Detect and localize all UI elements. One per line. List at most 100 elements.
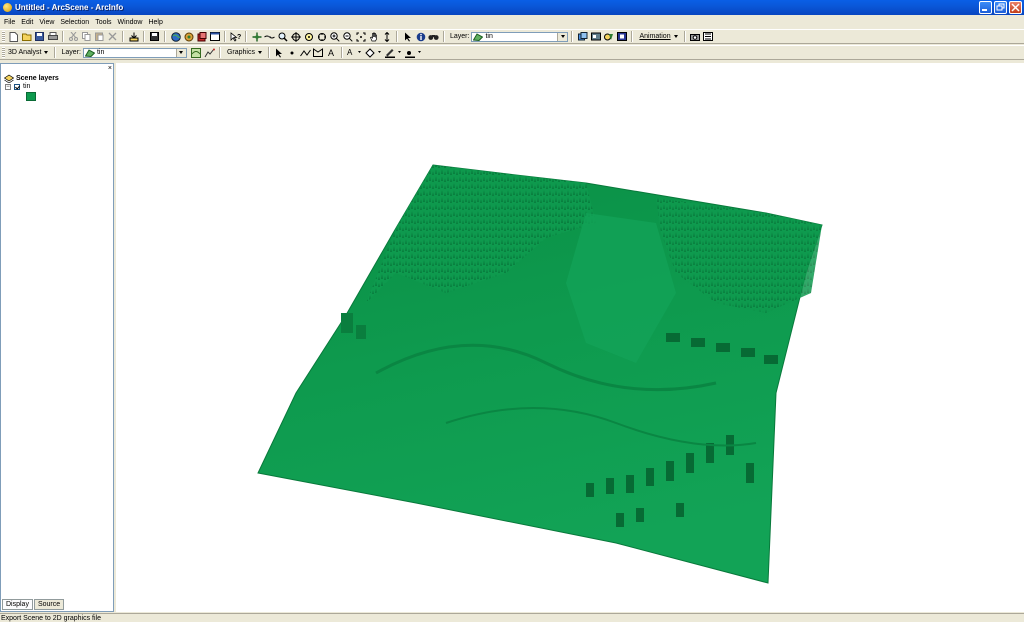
scene-layers-node[interactable]: Scene layers bbox=[4, 74, 59, 83]
toolbar-separator bbox=[54, 47, 57, 58]
standard-toolbar: ? Layer: tin Animation bbox=[0, 29, 1024, 44]
set-observer-button[interactable] bbox=[316, 31, 327, 42]
globe-button[interactable] bbox=[170, 31, 181, 42]
full-extent-button[interactable] bbox=[355, 31, 366, 42]
fly-button[interactable] bbox=[264, 31, 275, 42]
zoom-in-icon bbox=[329, 31, 340, 42]
menu-view[interactable]: View bbox=[36, 19, 57, 26]
save-scene-button[interactable] bbox=[149, 31, 160, 42]
layer-transparency-button[interactable] bbox=[616, 31, 627, 42]
menu-help[interactable]: Help bbox=[145, 19, 165, 26]
animation-controls-button[interactable] bbox=[703, 31, 714, 42]
print-button[interactable] bbox=[47, 31, 58, 42]
zoom-in-out-button[interactable] bbox=[381, 31, 392, 42]
minimize-button[interactable] bbox=[979, 1, 992, 14]
new-button[interactable] bbox=[8, 31, 19, 42]
whats-this-button[interactable]: ? bbox=[230, 31, 241, 42]
analyst-toolbar: 3D Analyst Layer: tin Graphics A A bbox=[0, 45, 1024, 60]
copy-button[interactable] bbox=[81, 31, 92, 42]
add-feature-layer-button[interactable] bbox=[577, 31, 588, 42]
layer-properties-button[interactable] bbox=[183, 31, 194, 42]
new-line-button[interactable] bbox=[300, 47, 311, 58]
zoom-out-button[interactable] bbox=[342, 31, 353, 42]
save-button[interactable] bbox=[34, 31, 45, 42]
fly-icon bbox=[264, 35, 275, 38]
contour-icon bbox=[191, 47, 202, 58]
close-button[interactable] bbox=[1009, 1, 1022, 14]
delete-button[interactable] bbox=[107, 31, 118, 42]
layer-options-button[interactable] bbox=[590, 31, 601, 42]
identify-button[interactable] bbox=[415, 31, 426, 42]
line-color-button[interactable] bbox=[385, 47, 403, 58]
toolbar-separator bbox=[245, 31, 247, 42]
arcscene-app-icon[interactable] bbox=[3, 3, 12, 12]
menu-file[interactable]: File bbox=[0, 19, 18, 26]
toolbar-grip[interactable] bbox=[2, 47, 5, 58]
toolbar-separator bbox=[683, 31, 686, 42]
scene-cube-icon bbox=[197, 31, 206, 41]
toolbar-grip[interactable] bbox=[2, 31, 5, 42]
contour-button[interactable] bbox=[191, 47, 202, 58]
animation-menu-button[interactable]: Animation bbox=[636, 33, 680, 40]
navigate-button[interactable] bbox=[251, 31, 262, 42]
full-screen-button[interactable] bbox=[209, 31, 220, 42]
center-target-button[interactable] bbox=[290, 31, 301, 42]
chevron-down-icon bbox=[44, 51, 49, 54]
text-a-icon: A bbox=[328, 48, 334, 57]
graphics-menu-button[interactable]: Graphics bbox=[224, 49, 265, 56]
help-pointer-icon: ? bbox=[230, 31, 241, 42]
menu-selection[interactable]: Selection bbox=[57, 19, 92, 26]
fill-color-button[interactable] bbox=[365, 47, 383, 58]
tab-display[interactable]: Display bbox=[2, 599, 33, 610]
find-button[interactable] bbox=[428, 31, 439, 42]
analyst-layer-dropdown[interactable]: tin bbox=[82, 47, 187, 58]
new-document-icon bbox=[9, 31, 18, 42]
minimize-icon bbox=[982, 9, 987, 11]
menu-tools[interactable]: Tools bbox=[92, 19, 114, 26]
layer-visibility-checkbox[interactable] bbox=[14, 83, 20, 90]
menu-edit[interactable]: Edit bbox=[18, 19, 36, 26]
layer-label: Layer: bbox=[450, 33, 470, 40]
toolbar-separator bbox=[224, 31, 226, 42]
add-data-icon bbox=[129, 32, 138, 41]
toggle-layers-button[interactable] bbox=[603, 31, 614, 42]
paste-button[interactable] bbox=[94, 31, 105, 42]
tin-symbol-swatch[interactable] bbox=[26, 92, 36, 101]
new-polygon-button[interactable] bbox=[313, 47, 324, 58]
layer-dropdown[interactable]: tin bbox=[471, 31, 569, 42]
pan-button[interactable] bbox=[368, 31, 379, 42]
tab-source[interactable]: Source bbox=[33, 599, 65, 610]
target-zoom-button[interactable] bbox=[277, 31, 288, 42]
analyst-layer-label: Layer: bbox=[61, 49, 81, 56]
cut-button[interactable] bbox=[68, 31, 79, 42]
scene-properties-button[interactable] bbox=[196, 31, 207, 42]
collapse-icon[interactable]: − bbox=[5, 83, 11, 90]
scene-view[interactable] bbox=[116, 63, 1024, 612]
select-elements-button[interactable] bbox=[402, 31, 413, 42]
open-folder-icon bbox=[21, 33, 31, 41]
add-data-button[interactable] bbox=[128, 31, 139, 42]
toolbar-separator bbox=[62, 31, 64, 42]
3d-analyst-menu-button[interactable]: 3D Analyst bbox=[7, 49, 51, 56]
menu-window[interactable]: Window bbox=[115, 19, 146, 26]
restore-button[interactable] bbox=[994, 1, 1007, 14]
analyst-layer-dropdown-arrow[interactable] bbox=[175, 48, 186, 57]
select-graphics-button[interactable] bbox=[274, 47, 285, 58]
font-color-button[interactable]: A bbox=[347, 47, 363, 58]
polygon-icon bbox=[313, 48, 324, 57]
new-text-button[interactable]: A bbox=[326, 47, 337, 58]
toolbar-separator bbox=[143, 31, 145, 42]
zoom-in-button[interactable] bbox=[329, 31, 340, 42]
steepest-path-button[interactable] bbox=[204, 47, 215, 58]
toc-layer-tin[interactable]: − tin bbox=[5, 83, 30, 90]
zoom-to-target-button[interactable] bbox=[303, 31, 314, 42]
layer-dropdown-arrow[interactable] bbox=[557, 32, 568, 41]
close-icon[interactable]: × bbox=[108, 65, 112, 72]
open-button[interactable] bbox=[21, 31, 32, 42]
restore-icon bbox=[996, 3, 1005, 11]
capture-view-button[interactable] bbox=[690, 31, 701, 42]
layers-icon bbox=[184, 32, 193, 41]
marker-color-button[interactable] bbox=[405, 47, 423, 58]
new-point-button[interactable] bbox=[287, 47, 298, 58]
terrain-surface[interactable] bbox=[116, 63, 1024, 612]
